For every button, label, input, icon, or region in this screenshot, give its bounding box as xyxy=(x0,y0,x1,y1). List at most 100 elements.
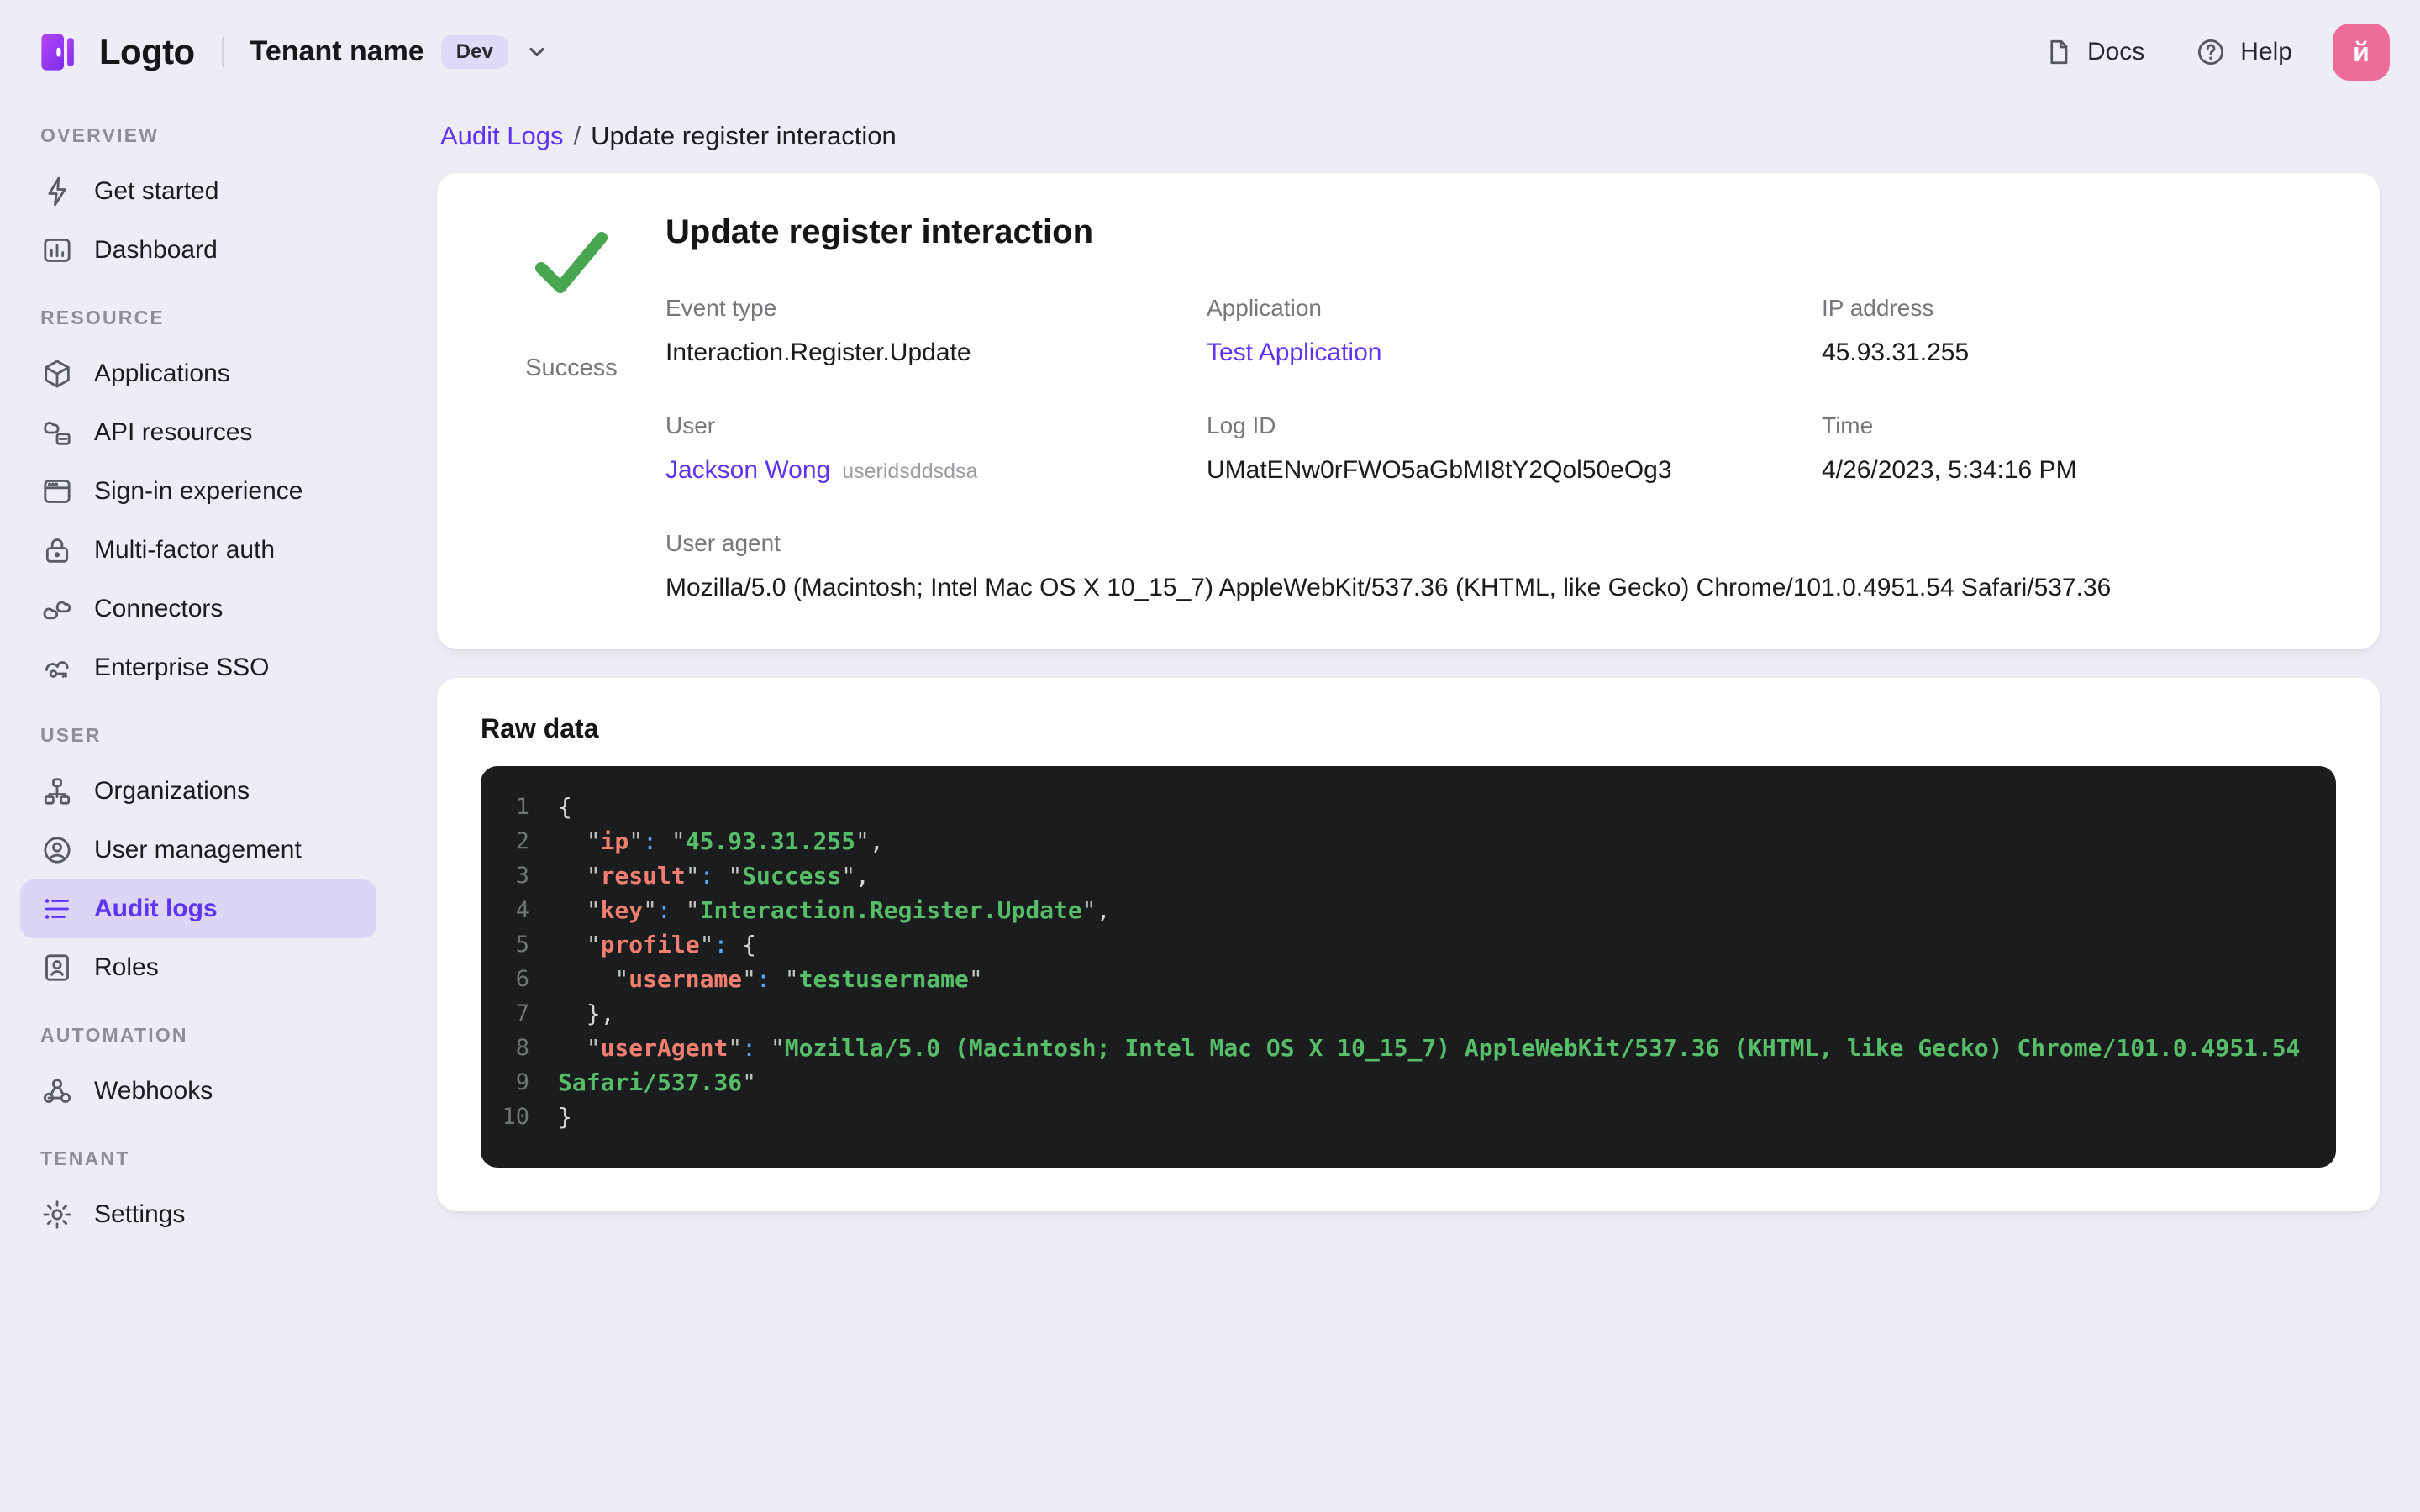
user-id-suffix: useridsddsdsa xyxy=(842,459,978,483)
application-link[interactable]: Test Application xyxy=(1207,339,1381,366)
status-column: Success xyxy=(477,213,666,602)
fields-grid: Event type Interaction.Register.Update A… xyxy=(666,295,2333,602)
sidebar-item-label: Webhooks xyxy=(94,1077,213,1105)
breadcrumb: Audit Logs / Update register interaction xyxy=(440,121,2376,151)
line-number: 4 xyxy=(515,897,529,923)
code-text: "userAgent": "Mozilla/5.0 (Macintosh; In… xyxy=(586,1034,2301,1062)
sidebar-item-audit-logs[interactable]: Audit logs xyxy=(20,879,376,938)
cloud-box-icon xyxy=(40,416,74,449)
sidebar-item-multi-factor-auth[interactable]: Multi-factor auth xyxy=(20,521,376,580)
logto-console: Logto Tenant name Dev Docs Help й OVERVI… xyxy=(0,0,2420,1512)
raw-data-code-block: 1{2 "ip": "45.93.31.255", 3 "result": "Su… xyxy=(481,766,2336,1168)
code-text: }, xyxy=(558,1000,615,1027)
help-label: Help xyxy=(2240,38,2292,66)
sidebar-item-label: Roles xyxy=(94,953,159,981)
main-content: Audit Logs / Update register interaction S… xyxy=(397,104,2420,1512)
sidebar-item-get-started[interactable]: Get started xyxy=(20,162,376,221)
code-line: 7 }, xyxy=(481,996,2309,1031)
code-line: 6 "username": "testusername" xyxy=(481,962,2309,996)
sidebar-item-connectors[interactable]: Connectors xyxy=(20,580,376,638)
breadcrumb-separator: / xyxy=(573,121,581,150)
user-circle-icon xyxy=(40,833,74,867)
sidebar-item-webhooks[interactable]: Webhooks xyxy=(20,1062,376,1121)
page-title: Update register interaction xyxy=(666,213,1094,250)
sidebar-section-tenant: TENANT Settings xyxy=(20,1147,376,1244)
topbar-divider xyxy=(221,37,224,67)
sidebar-item-applications[interactable]: Applications xyxy=(20,344,376,403)
breadcrumb-current: Update register interaction xyxy=(591,121,897,150)
sidebar-item-label: API resources xyxy=(94,418,253,446)
field-user: User Jackson Wong useridsddsdsa xyxy=(666,412,978,484)
sidebar-item-api-resources[interactable]: API resources xyxy=(20,403,376,462)
code-text: Safari/537.36" xyxy=(558,1068,757,1096)
sidebar-item-user-management[interactable]: User management xyxy=(20,821,376,879)
document-icon xyxy=(2044,37,2074,67)
sidebar-item-label: Audit logs xyxy=(94,895,218,922)
sidebar-item-organizations[interactable]: Organizations xyxy=(20,762,376,821)
line-number: 5 xyxy=(515,932,529,958)
line-number: 6 xyxy=(515,966,529,992)
list-icon xyxy=(40,892,74,926)
zap-icon xyxy=(40,175,74,208)
tenant-name: Tenant name xyxy=(250,35,424,68)
browser-icon xyxy=(40,475,74,508)
code-text: "ip": "45.93.31.255", xyxy=(586,827,884,855)
cloud-key-icon xyxy=(40,651,74,685)
raw-data-title: Raw data xyxy=(481,713,599,743)
sidebar-item-label: Connectors xyxy=(94,595,224,622)
code-line: 8 "userAgent": "Mozilla/5.0 (Macintosh; … xyxy=(481,1031,2309,1065)
chevron-down-icon xyxy=(525,40,549,64)
docs-button[interactable]: Docs xyxy=(2044,37,2144,67)
sidebar-item-label: Enterprise SSO xyxy=(94,654,270,681)
sidebar-section-user: USER Organizations User management Audit lo… xyxy=(20,724,376,997)
line-number: 7 xyxy=(515,1000,529,1026)
code-line: 1{ xyxy=(481,790,2309,824)
code-text: "username": "testusername" xyxy=(614,965,983,993)
raw-data-card: Raw data 1{2 "ip": "45.93.31.255", 3 "res… xyxy=(437,678,2380,1211)
tenant-switcher[interactable]: Tenant name Dev xyxy=(250,34,549,70)
code-line: 4 "key": "Interaction.Register.Update", xyxy=(481,893,2309,927)
badge-person-icon xyxy=(40,951,74,984)
line-number: 2 xyxy=(515,828,529,854)
help-button[interactable]: Help xyxy=(2195,36,2292,68)
sidebar-item-label: Multi-factor auth xyxy=(94,536,276,564)
line-number: 9 xyxy=(515,1069,529,1095)
field-application: Application Test Application xyxy=(1207,295,1382,366)
tenant-env-badge: Dev xyxy=(440,34,508,70)
log-detail-card: Success Update register interaction Even… xyxy=(437,173,2380,649)
user-avatar[interactable]: й xyxy=(2333,24,2390,81)
line-number: 8 xyxy=(515,1035,529,1061)
field-time: Time 4/26/2023, 5:34:16 PM xyxy=(1822,412,2077,484)
field-log-id: Log ID UMatENw0rFWO5aGbMI8tY2Qol50eOg3 xyxy=(1207,412,1672,484)
sidebar-item-dashboard[interactable]: Dashboard xyxy=(20,221,376,280)
sidebar-section-header: AUTOMATION xyxy=(40,1024,188,1046)
sidebar-item-settings[interactable]: Settings xyxy=(20,1185,376,1244)
sidebar-section-overview: OVERVIEW Get started Dashboard xyxy=(20,124,376,280)
sidebar-section-header: OVERVIEW xyxy=(40,124,160,146)
gear-icon xyxy=(40,1198,74,1231)
org-chart-icon xyxy=(40,774,74,808)
sidebar-item-roles[interactable]: Roles xyxy=(20,938,376,997)
success-check-icon xyxy=(531,227,612,301)
connectors-icon xyxy=(40,592,74,626)
sidebar-section-automation: AUTOMATION Webhooks xyxy=(20,1024,376,1121)
sidebar-section-header: USER xyxy=(40,724,102,746)
docs-label: Docs xyxy=(2086,38,2145,66)
user-link[interactable]: Jackson Wong xyxy=(666,456,830,484)
code-text: } xyxy=(558,1103,572,1131)
sidebar-item-sign-in-experience[interactable]: Sign-in experience xyxy=(20,462,376,521)
sidebar-item-enterprise-sso[interactable]: Enterprise SSO xyxy=(20,638,376,697)
logo-text: Logto xyxy=(99,32,195,71)
code-line: 2 "ip": "45.93.31.255", xyxy=(481,824,2309,858)
logo[interactable]: Logto xyxy=(34,27,195,77)
code-line: 5 "profile": { xyxy=(481,927,2309,962)
sidebar-section-resource: RESOURCE Applications API resources Sign-in… xyxy=(20,307,376,697)
question-circle-icon xyxy=(2195,36,2227,68)
breadcrumb-audit-logs-link[interactable]: Audit Logs xyxy=(440,121,564,150)
topbar: Logto Tenant name Dev Docs Help й xyxy=(0,0,2420,104)
box-icon xyxy=(40,357,74,391)
code-text: "key": "Interaction.Register.Update", xyxy=(586,896,1111,924)
sidebar-item-label: Organizations xyxy=(94,777,250,805)
dashboard-icon xyxy=(40,234,74,267)
sidebar: OVERVIEW Get started Dashboard RESOURCE Appl… xyxy=(0,104,397,1512)
